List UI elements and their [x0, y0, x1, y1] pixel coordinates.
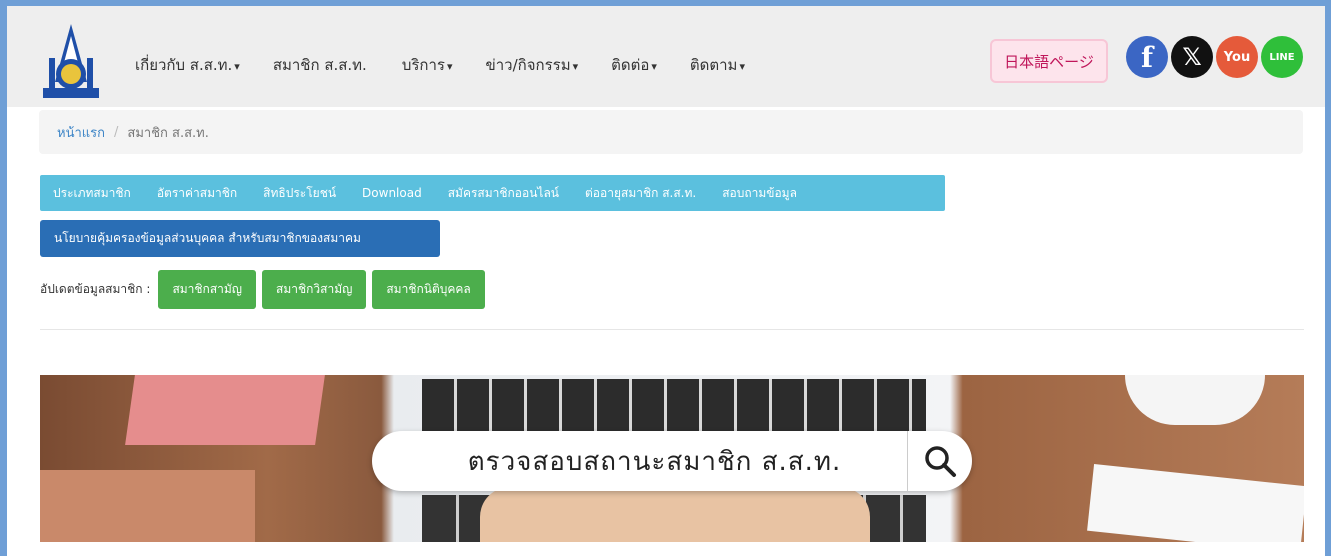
member-check-banner[interactable]: ตรวจสอบสถานะสมาชิก ส.ส.ท. — [40, 375, 1304, 542]
breadcrumb-home[interactable]: หน้าแรก — [57, 122, 105, 143]
chevron-down-icon: ▾ — [572, 60, 579, 73]
update-label: อัปเดตข้อมูลสมาชิก : — [40, 282, 151, 296]
header: เกี่ยวกับ ส.ส.ท. ▾ สมาชิก ส.ส.ท. บริการ ▾ … — [7, 6, 1325, 107]
chevron-down-icon: ▾ — [446, 60, 453, 73]
nav-item-follow[interactable]: ติดตาม ▾ — [690, 53, 745, 77]
x-icon[interactable]: 𝕏 — [1171, 36, 1213, 78]
member-tabs: ประเภทสมาชิก อัตราค่าสมาชิก สิทธิประโยชน… — [40, 175, 945, 211]
tab-inquiry[interactable]: สอบถามข้อมูล — [709, 184, 810, 203]
breadcrumb-current: สมาชิก ส.ส.ท. — [127, 125, 209, 141]
chevron-down-icon: ▾ — [651, 60, 657, 73]
search-icon[interactable] — [908, 431, 972, 491]
banner-cup-decor — [1125, 375, 1265, 425]
member-status-search-box[interactable]: ตรวจสอบสถานะสมาชิก ส.ส.ท. — [372, 431, 972, 491]
nav-item-members[interactable]: สมาชิก ส.ส.ท. — [273, 53, 369, 77]
banner-keyboard-decor — [422, 379, 926, 431]
nav-item-news[interactable]: ข่าว/กิจกรรม ▾ — [486, 53, 579, 77]
site-logo[interactable] — [39, 22, 103, 104]
update-member-row: อัปเดตข้อมูลสมาชิก : สมาชิกสามัญ สมาชิกว… — [40, 270, 491, 309]
japanese-page-link[interactable]: 日本語ページ — [990, 39, 1108, 83]
logo-icon — [43, 24, 99, 98]
nav-item-services[interactable]: บริการ ▾ — [402, 53, 453, 77]
banner-hands-decor — [480, 487, 870, 542]
main-nav: เกี่ยวกับ ส.ส.ท. ▾ สมาชิก ส.ส.ท. บริการ ▾ … — [135, 53, 778, 77]
corporate-member-button[interactable]: สมาชิกนิติบุคคล — [372, 270, 485, 309]
chevron-down-icon: ▾ — [234, 60, 240, 73]
tab-member-types[interactable]: ประเภทสมาชิก — [40, 184, 144, 203]
extraordinary-member-button[interactable]: สมาชิกวิสามัญ — [262, 270, 367, 309]
nav-item-contact[interactable]: ติดต่อ ▾ — [611, 53, 657, 77]
nav-item-about[interactable]: เกี่ยวกับ ส.ส.ท. ▾ — [135, 53, 240, 77]
banner-paper-decor — [1087, 463, 1304, 542]
banner-pad-decor — [125, 375, 325, 445]
tab-apply-online[interactable]: สมัครสมาชิกออนไลน์ — [435, 184, 572, 203]
tab-download[interactable]: Download — [349, 186, 435, 200]
banner-notebook-decor — [40, 470, 255, 542]
ordinary-member-button[interactable]: สมาชิกสามัญ — [158, 270, 257, 309]
breadcrumb-separator: / — [114, 124, 119, 140]
page-frame: เกี่ยวกับ ส.ส.ท. ▾ สมาชิก ส.ส.ท. บริการ ▾ … — [7, 6, 1325, 556]
chevron-down-icon: ▾ — [739, 60, 745, 73]
tab-renew[interactable]: ต่ออายุสมาชิก ส.ส.ท. — [572, 184, 709, 203]
line-icon[interactable]: LINE — [1261, 36, 1303, 78]
tab-member-fees[interactable]: อัตราค่าสมาชิก — [144, 184, 250, 203]
breadcrumb: หน้าแรก / สมาชิก ส.ส.ท. — [39, 110, 1303, 154]
tab-benefits[interactable]: สิทธิประโยชน์ — [250, 184, 349, 203]
search-box-text: ตรวจสอบสถานะสมาชิก ส.ส.ท. — [467, 446, 842, 477]
facebook-icon[interactable]: f — [1126, 36, 1168, 78]
divider — [40, 329, 1304, 330]
youtube-icon[interactable]: You — [1216, 36, 1258, 78]
privacy-policy-button[interactable]: นโยบายคุ้มครองข้อมูลส่วนบุคคล สำหรับสมาช… — [40, 220, 440, 257]
